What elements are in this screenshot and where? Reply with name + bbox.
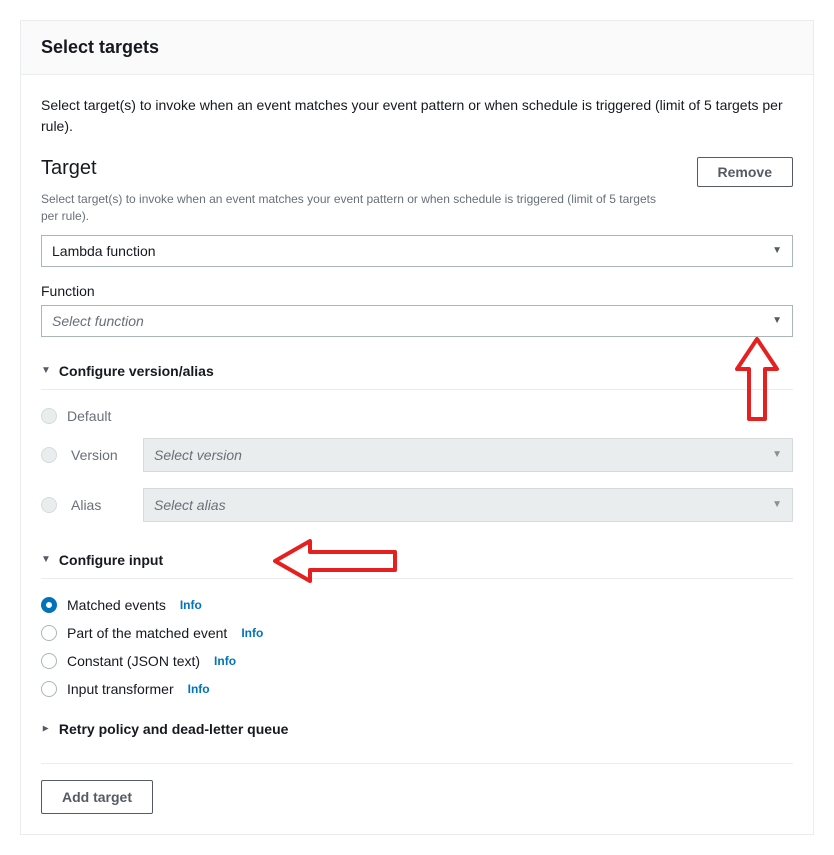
radio-default-label: Default bbox=[67, 408, 111, 424]
info-link[interactable]: Info bbox=[188, 682, 210, 696]
radio-alias-label: Alias bbox=[71, 497, 129, 513]
info-link[interactable]: Info bbox=[180, 598, 202, 612]
select-targets-panel: Select targets Select target(s) to invok… bbox=[20, 20, 814, 835]
caret-down-icon: ▼ bbox=[772, 449, 782, 460]
target-heading: Target bbox=[41, 157, 97, 180]
target-label-block: Target bbox=[41, 157, 97, 180]
caret-down-icon: ▼ bbox=[772, 245, 782, 256]
function-select[interactable]: Select function ▼ bbox=[41, 305, 793, 337]
radio-part-label: Part of the matched event bbox=[67, 625, 227, 641]
target-type-select[interactable]: Lambda function ▼ bbox=[41, 235, 793, 267]
configure-version-toggle[interactable]: ▼ Configure version/alias bbox=[41, 353, 793, 390]
add-target-button[interactable]: Add target bbox=[41, 780, 153, 814]
target-subtext: Select target(s) to invoke when an event… bbox=[41, 191, 661, 225]
caret-down-icon: ▼ bbox=[41, 365, 51, 376]
info-link[interactable]: Info bbox=[214, 654, 236, 668]
radio-icon bbox=[41, 408, 57, 424]
panel-header: Select targets bbox=[21, 21, 813, 75]
retry-policy-toggle[interactable]: ▼ Retry policy and dead-letter queue bbox=[41, 711, 793, 747]
panel-body: Select target(s) to invoke when an event… bbox=[21, 75, 813, 834]
radio-constant-json[interactable]: Constant (JSON text) Info bbox=[41, 647, 793, 675]
version-placeholder: Select version bbox=[154, 447, 772, 463]
radio-icon bbox=[41, 597, 57, 613]
radio-icon bbox=[41, 625, 57, 641]
function-placeholder: Select function bbox=[52, 313, 772, 329]
configure-input-title: Configure input bbox=[59, 552, 163, 568]
configure-input-toggle[interactable]: ▼ Configure input bbox=[41, 542, 793, 579]
radio-icon[interactable] bbox=[41, 497, 57, 513]
radio-transformer-label: Input transformer bbox=[67, 681, 174, 697]
radio-version-row: Version Select version ▼ bbox=[41, 430, 793, 480]
radio-icon bbox=[41, 681, 57, 697]
radio-icon[interactable] bbox=[41, 447, 57, 463]
radio-matched-events[interactable]: Matched events Info bbox=[41, 591, 793, 619]
page-title: Select targets bbox=[41, 37, 793, 58]
alias-placeholder: Select alias bbox=[154, 497, 772, 513]
remove-button[interactable]: Remove bbox=[697, 157, 793, 187]
radio-default[interactable]: Default bbox=[41, 402, 793, 430]
radio-icon bbox=[41, 653, 57, 669]
radio-version-label: Version bbox=[71, 447, 129, 463]
radio-input-transformer[interactable]: Input transformer Info bbox=[41, 675, 793, 703]
version-select: Select version ▼ bbox=[143, 438, 793, 472]
radio-matched-label: Matched events bbox=[67, 597, 166, 613]
caret-right-icon: ▼ bbox=[40, 724, 51, 734]
retry-policy-title: Retry policy and dead-letter queue bbox=[59, 721, 289, 737]
caret-down-icon: ▼ bbox=[41, 554, 51, 565]
radio-constant-label: Constant (JSON text) bbox=[67, 653, 200, 669]
radio-alias-row: Alias Select alias ▼ bbox=[41, 480, 793, 530]
caret-down-icon: ▼ bbox=[772, 315, 782, 326]
target-header-row: Target Remove bbox=[41, 157, 793, 187]
caret-down-icon: ▼ bbox=[772, 499, 782, 510]
target-type-value: Lambda function bbox=[52, 243, 772, 259]
configure-version-title: Configure version/alias bbox=[59, 363, 214, 379]
info-link[interactable]: Info bbox=[241, 626, 263, 640]
divider bbox=[41, 763, 793, 764]
intro-text: Select target(s) to invoke when an event… bbox=[41, 95, 793, 137]
radio-part-matched[interactable]: Part of the matched event Info bbox=[41, 619, 793, 647]
function-label: Function bbox=[41, 283, 793, 299]
alias-select: Select alias ▼ bbox=[143, 488, 793, 522]
